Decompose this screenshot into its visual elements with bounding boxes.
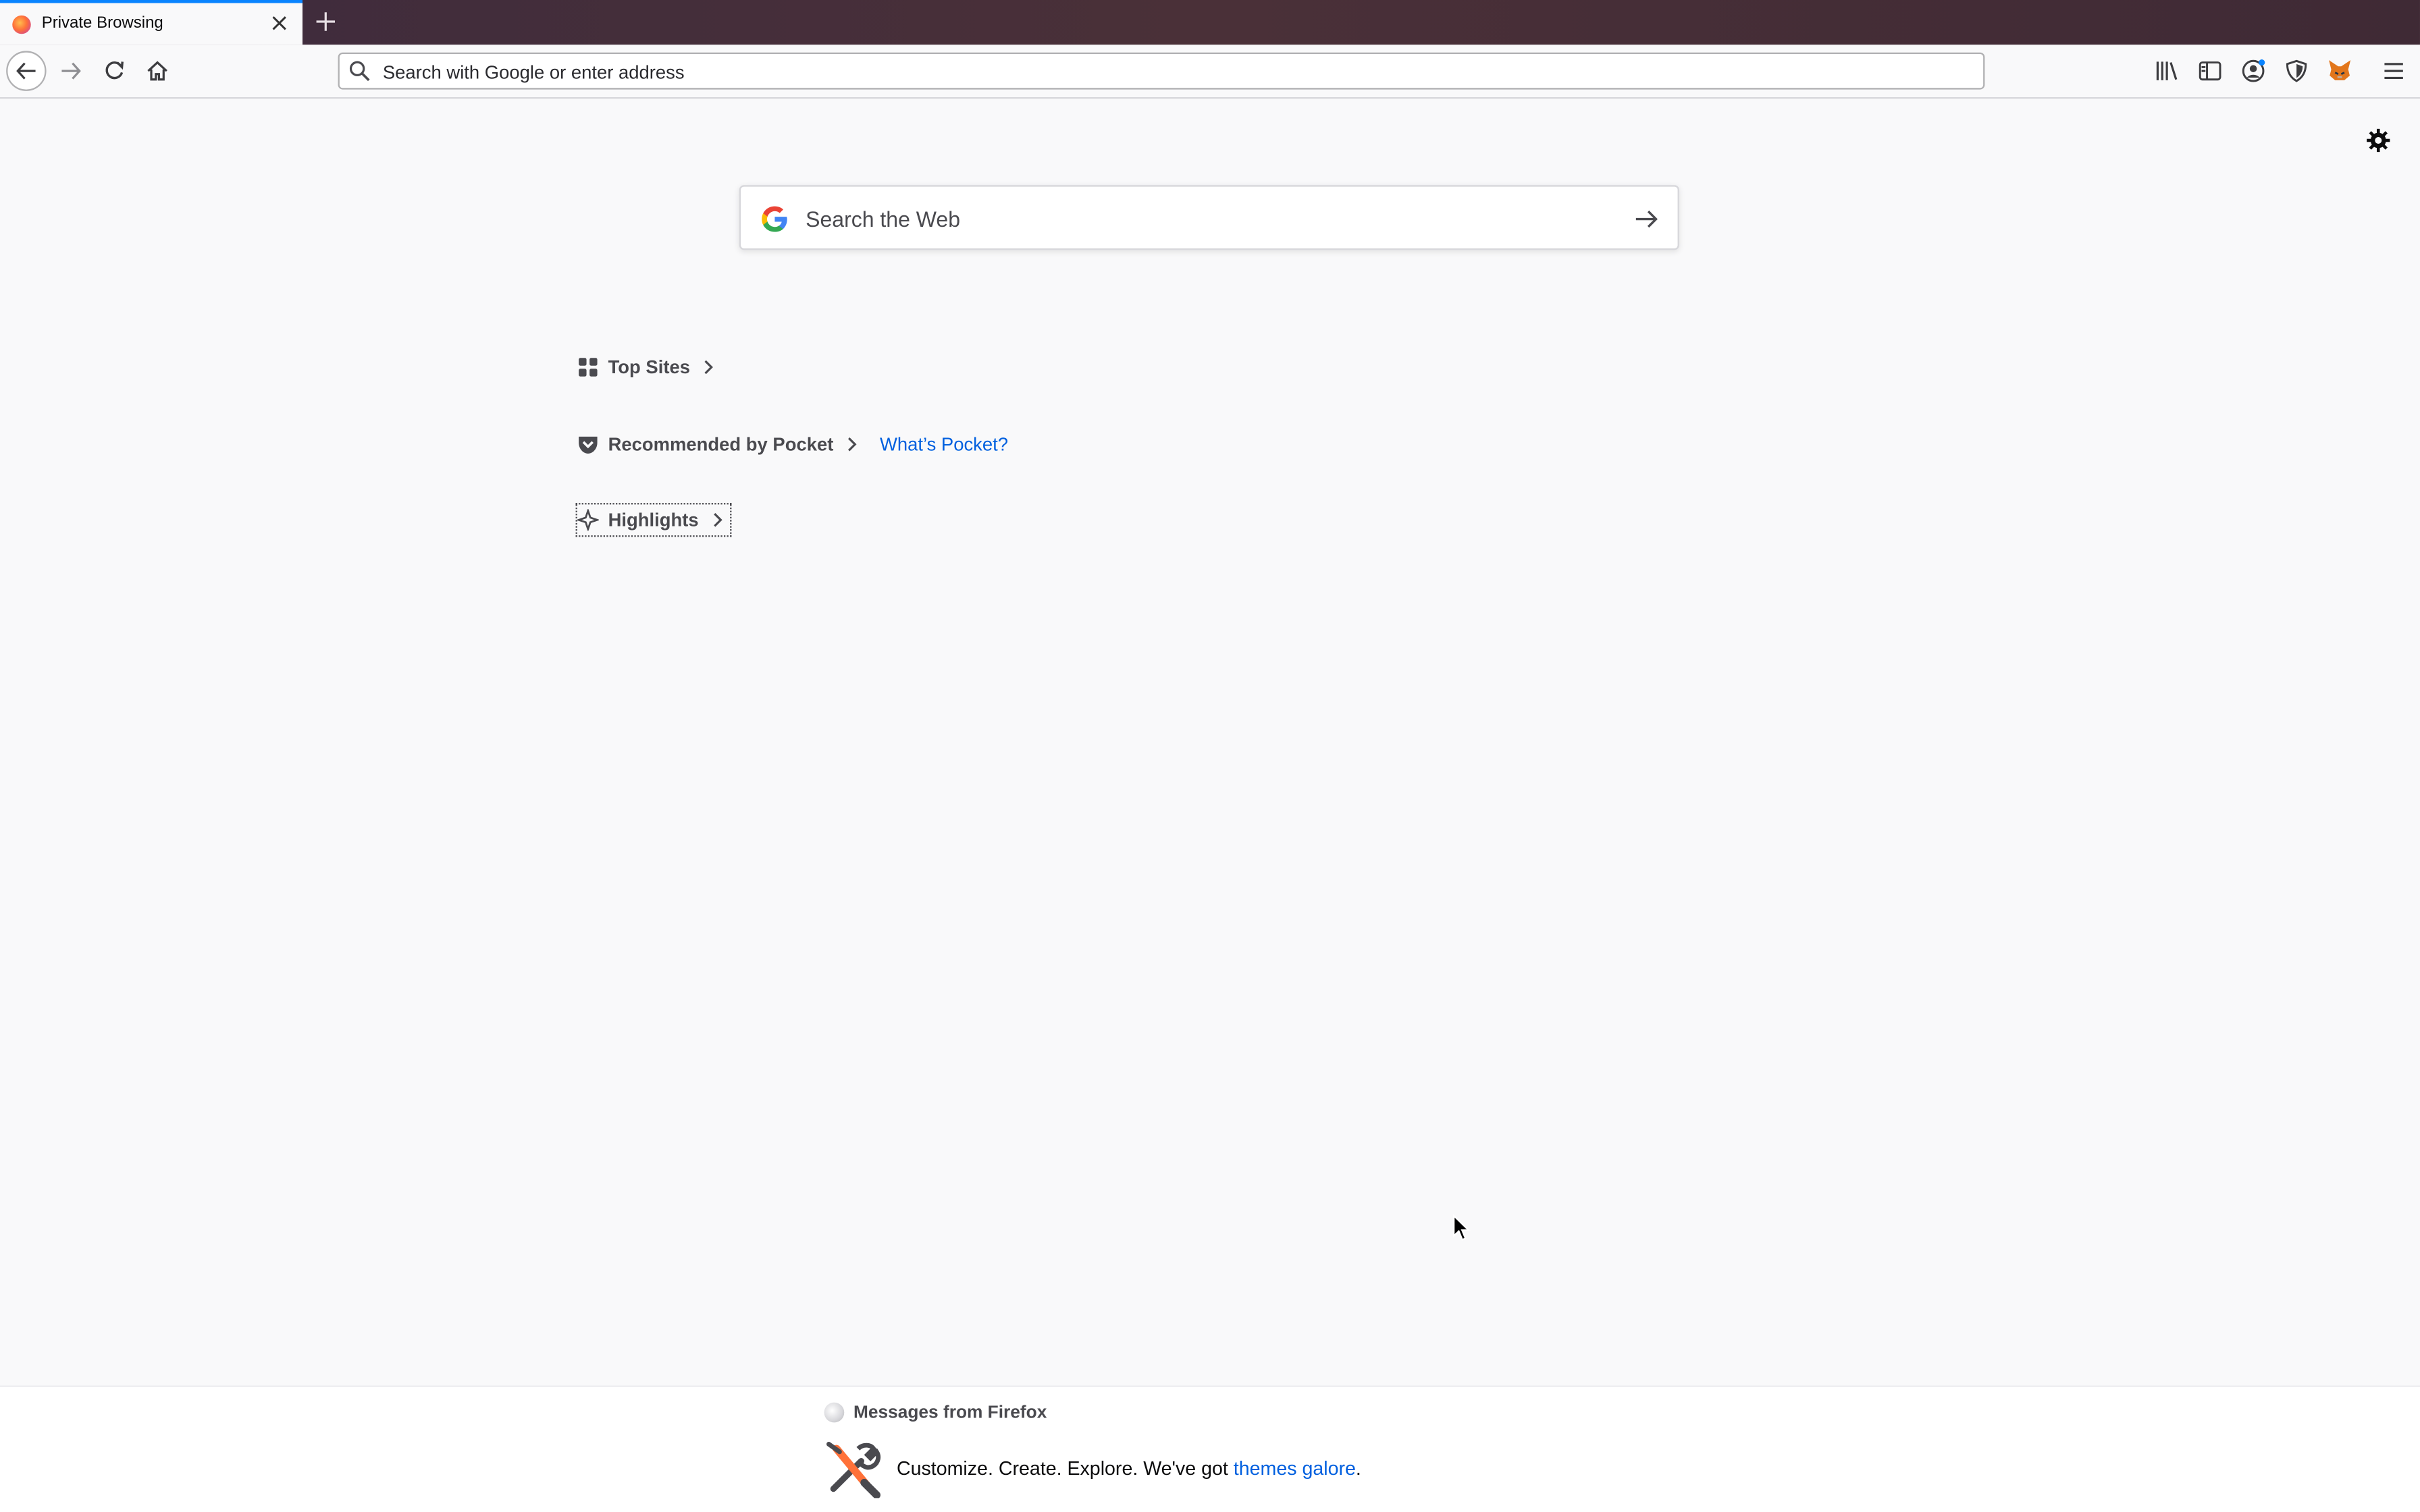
app-menu-button[interactable] — [2380, 57, 2408, 85]
message-text: Customize. Create. Explore. We've got — [896, 1457, 1234, 1480]
google-logo-icon — [762, 206, 787, 232]
message-text-end: . — [1355, 1457, 1361, 1480]
web-search-box[interactable] — [739, 185, 1679, 252]
url-bar[interactable] — [338, 52, 1985, 91]
web-search-input[interactable] — [802, 186, 1627, 252]
top-sites-label: Top Sites — [608, 356, 690, 378]
mouse-cursor-icon — [1452, 1214, 1471, 1241]
sidebar-icon — [2199, 61, 2221, 81]
browser-window: Private Browsing Search with Google or e… — [0, 0, 2420, 1512]
new-tab-button[interactable] — [312, 6, 340, 37]
close-icon[interactable] — [267, 11, 292, 36]
sidebar-button[interactable] — [2197, 57, 2224, 85]
url-input[interactable] — [379, 53, 1976, 91]
home-icon — [147, 61, 167, 81]
chevron-right-icon — [711, 512, 723, 528]
metamask-extension-button[interactable] — [2326, 57, 2354, 85]
nav-toolbar — [0, 45, 2420, 99]
tab-private-browsing[interactable]: Private Browsing — [0, 0, 302, 45]
messages-header-label: Messages from Firefox — [853, 1403, 1047, 1422]
highlights-section-header[interactable]: Highlights — [575, 503, 731, 537]
pocket-label: Recommended by Pocket — [608, 433, 834, 456]
tools-icon — [826, 1441, 881, 1498]
shield-icon — [2286, 59, 2307, 82]
top-sites-section-header[interactable]: Top Sites — [577, 352, 715, 383]
themes-galore-link[interactable]: themes galore — [1234, 1458, 1356, 1480]
search-icon — [349, 61, 370, 82]
whats-pocket-link[interactable]: What’s Pocket? — [880, 433, 1008, 455]
account-button[interactable] — [2240, 57, 2267, 85]
library-button[interactable] — [2153, 57, 2181, 85]
tab-strip: Private Browsing — [0, 0, 2420, 45]
back-button[interactable] — [6, 51, 47, 91]
arrow-right-icon — [61, 62, 81, 80]
pocket-section-header[interactable]: Recommended by Pocket What’s Pocket? — [577, 429, 1008, 460]
search-submit-button[interactable] — [1633, 205, 1660, 233]
highlights-label: Highlights — [608, 509, 699, 531]
chevron-right-icon — [846, 437, 858, 452]
messages-header: Messages from Firefox — [824, 1402, 1047, 1423]
gear-icon — [2367, 128, 2390, 153]
arrow-right-icon — [1635, 210, 1658, 228]
chevron-right-icon — [702, 360, 714, 375]
grid-icon — [577, 356, 599, 378]
highlights-sparkle-icon — [577, 509, 599, 531]
home-button[interactable] — [137, 51, 177, 90]
messages-panel: Messages from Firefox Customize. Create.… — [0, 1385, 2420, 1512]
library-icon — [2156, 61, 2178, 80]
personalize-button[interactable] — [2365, 126, 2392, 154]
account-icon — [2242, 59, 2265, 82]
reload-button[interactable] — [94, 51, 134, 90]
tracking-protection-button[interactable] — [2283, 57, 2311, 85]
message-snippet: Customize. Create. Explore. We've got th… — [824, 1440, 1361, 1498]
firefox-logo-icon — [824, 1402, 845, 1423]
reload-icon — [105, 61, 124, 80]
arrow-left-icon — [16, 62, 36, 80]
pocket-icon — [577, 433, 599, 455]
metamask-fox-icon — [2329, 60, 2351, 80]
forward-button[interactable] — [51, 51, 90, 90]
firefox-icon — [12, 15, 31, 34]
hamburger-menu-icon — [2384, 63, 2403, 80]
plus-icon — [316, 12, 335, 31]
tab-title: Private Browsing — [41, 14, 163, 32]
